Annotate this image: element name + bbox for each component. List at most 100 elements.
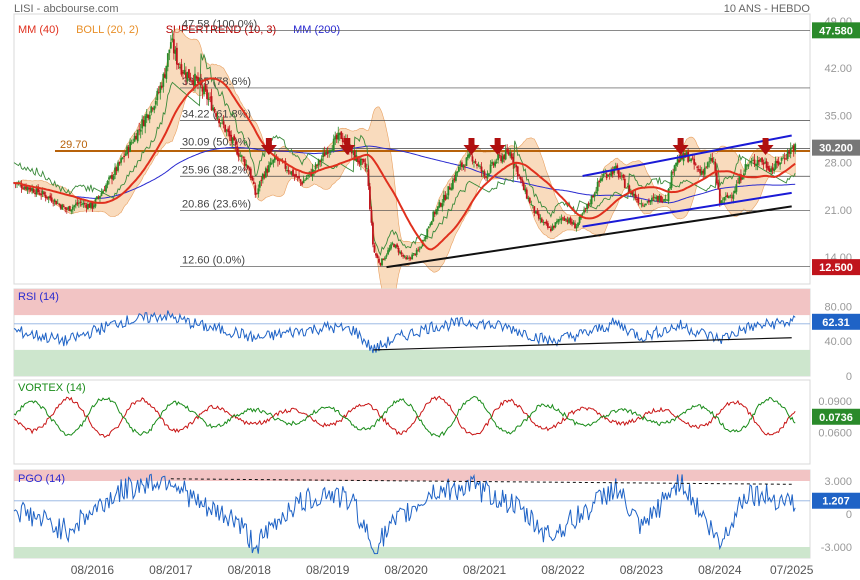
candle-body: [50, 197, 53, 202]
candle-body: [418, 248, 421, 250]
legend-entry-1: BOLL (20, 2): [76, 24, 139, 36]
candle-body: [207, 98, 210, 101]
candle-body: [194, 73, 196, 87]
candle-body: [292, 169, 294, 176]
arrow-shaft: [762, 138, 769, 146]
candle-body: [385, 255, 388, 257]
candle-body: [384, 257, 386, 260]
x-tick-2: 08/2018: [228, 563, 272, 577]
candle-body: [287, 169, 290, 172]
candle-body: [521, 179, 524, 183]
price-panel: MM (40) BOLL (20, 2) SUPERTREND (10, 3) MM …: [13, 13, 811, 307]
candle-body: [531, 205, 534, 206]
candle-body: [307, 174, 309, 177]
candle-body: [536, 211, 539, 214]
candle-body: [150, 106, 153, 113]
chart-period-label: 10 ANS - HEBDO: [724, 3, 811, 15]
candle-body: [313, 170, 316, 172]
candle-body: [260, 179, 263, 182]
candle-body: [61, 204, 64, 210]
candle-body: [317, 159, 320, 166]
candle-body: [387, 250, 389, 255]
candle-body: [794, 144, 797, 151]
candle-body: [488, 173, 490, 175]
candle-body: [252, 181, 255, 185]
pgo-value-badge: 1.207: [822, 496, 850, 508]
candle-body: [560, 218, 563, 221]
candle-body: [430, 221, 433, 225]
candle-body: [537, 213, 540, 219]
candle-body: [670, 171, 673, 188]
rsi-oversold-zone: [14, 349, 810, 376]
candle-body: [651, 197, 653, 202]
candle-body: [188, 69, 190, 79]
price-tick-2: 28.00: [824, 158, 852, 170]
rsi-title: RSI (14): [18, 291, 59, 303]
candle-body: [735, 184, 738, 192]
fib-label-6: 12.60 (0.0%): [182, 254, 245, 266]
candle-body: [673, 165, 676, 172]
rsi-panel: RSI (14): [13, 288, 811, 377]
candle-body: [750, 160, 753, 162]
candle-body: [376, 255, 379, 259]
candle-body: [165, 65, 168, 79]
candle-body: [773, 168, 776, 171]
candle-body: [234, 141, 237, 146]
candle-body: [518, 174, 521, 176]
candle-body: [601, 177, 604, 181]
candle-body: [451, 179, 454, 189]
candle-body: [52, 202, 55, 204]
candle-body: [441, 203, 444, 208]
candle-body: [99, 196, 101, 199]
fib-label-0: 47.58 (100.0%): [182, 18, 257, 30]
candle-body: [789, 147, 792, 154]
candle-body: [175, 47, 178, 65]
pgo-tick-1: 0: [846, 509, 852, 521]
price-tick-1: 21.00: [824, 205, 852, 217]
candle-body: [426, 228, 429, 238]
candle-body: [456, 171, 459, 174]
candle-body: [299, 179, 302, 182]
candle-body: [132, 142, 135, 144]
candle-body: [664, 199, 667, 200]
candle-body: [304, 179, 306, 181]
candle-body: [747, 164, 750, 167]
candle-body: [242, 157, 245, 159]
candle-body: [120, 158, 122, 163]
candle-body: [71, 206, 74, 210]
pgo-panel: PGO (14): [13, 469, 811, 559]
fib-label-3: 30.09 (50.0%): [182, 136, 251, 148]
candle-body: [390, 244, 392, 249]
candle-body: [477, 165, 480, 166]
candle-body: [314, 164, 317, 170]
candle-body: [548, 227, 551, 228]
candle-body: [403, 256, 406, 258]
candle-body: [362, 159, 365, 163]
candle-body: [489, 164, 492, 173]
candle-body: [660, 196, 662, 202]
candle-body: [251, 176, 254, 181]
candle-body: [83, 203, 86, 205]
candle-body: [219, 122, 222, 124]
candle-body: [717, 182, 720, 190]
candle-body: [123, 155, 125, 158]
candle-body: [302, 180, 305, 184]
candle-body: [369, 186, 371, 210]
x-tick-1: 08/2017: [149, 563, 193, 577]
candle-body: [316, 165, 319, 167]
candle-body: [753, 159, 756, 164]
candle-body: [189, 77, 192, 81]
pgo-tick-2: 3.000: [824, 476, 852, 488]
candle-body: [471, 156, 474, 162]
x-tick-5: 08/2021: [463, 563, 507, 577]
candle-body: [583, 209, 585, 213]
candle-body: [305, 177, 308, 180]
arrow-shaft: [494, 138, 501, 146]
candle-body: [602, 174, 605, 176]
candle-body: [62, 205, 65, 207]
candle-body: [56, 202, 59, 204]
candle-body: [622, 174, 625, 178]
pgo-high-zone: [14, 470, 810, 481]
candle-body: [423, 239, 426, 241]
candle-body: [727, 195, 730, 199]
